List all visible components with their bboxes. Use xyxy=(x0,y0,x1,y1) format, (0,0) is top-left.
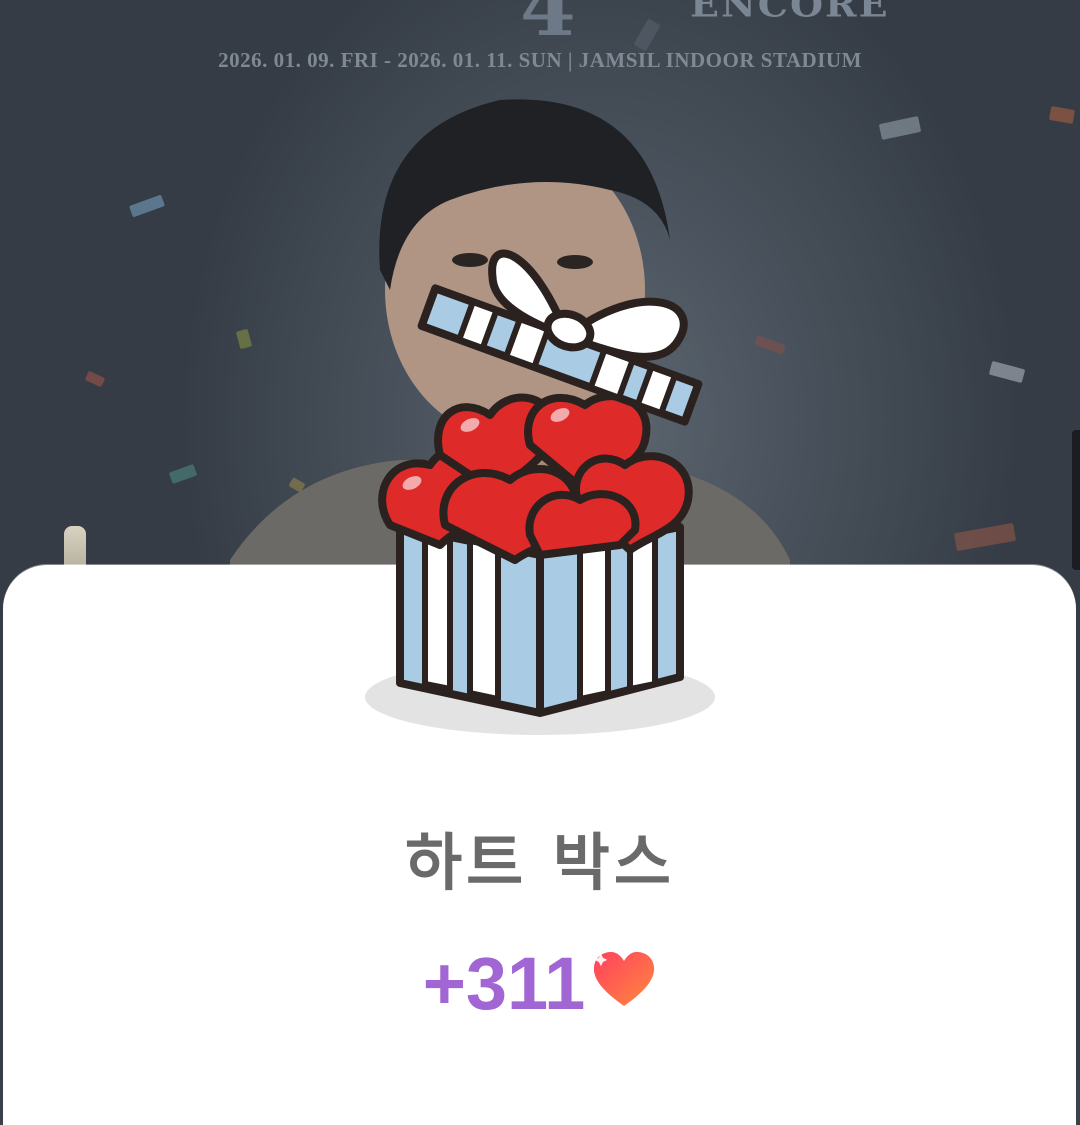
reward-title: 하트 박스 xyxy=(405,826,675,899)
confetti xyxy=(84,370,106,388)
confetti xyxy=(988,360,1026,384)
confetti xyxy=(128,194,166,218)
edge-panel-handle[interactable] xyxy=(1072,430,1080,570)
confetti xyxy=(633,18,661,52)
confetti xyxy=(953,522,1017,552)
gift-box-icon xyxy=(365,249,715,735)
confetti xyxy=(1048,106,1076,124)
poster-logo-glyph: 4 xyxy=(520,0,576,54)
poster-title: ENCORE xyxy=(690,0,890,25)
poster-date-venue: 2026. 01. 09. FRI - 2026. 01. 11. SUN | … xyxy=(218,48,862,72)
reward-amount-row: +311 xyxy=(0,942,1080,1026)
confetti xyxy=(878,116,922,140)
confetti xyxy=(168,463,198,485)
heart-icon xyxy=(594,952,655,1006)
reward-amount: +311 xyxy=(422,942,586,1025)
